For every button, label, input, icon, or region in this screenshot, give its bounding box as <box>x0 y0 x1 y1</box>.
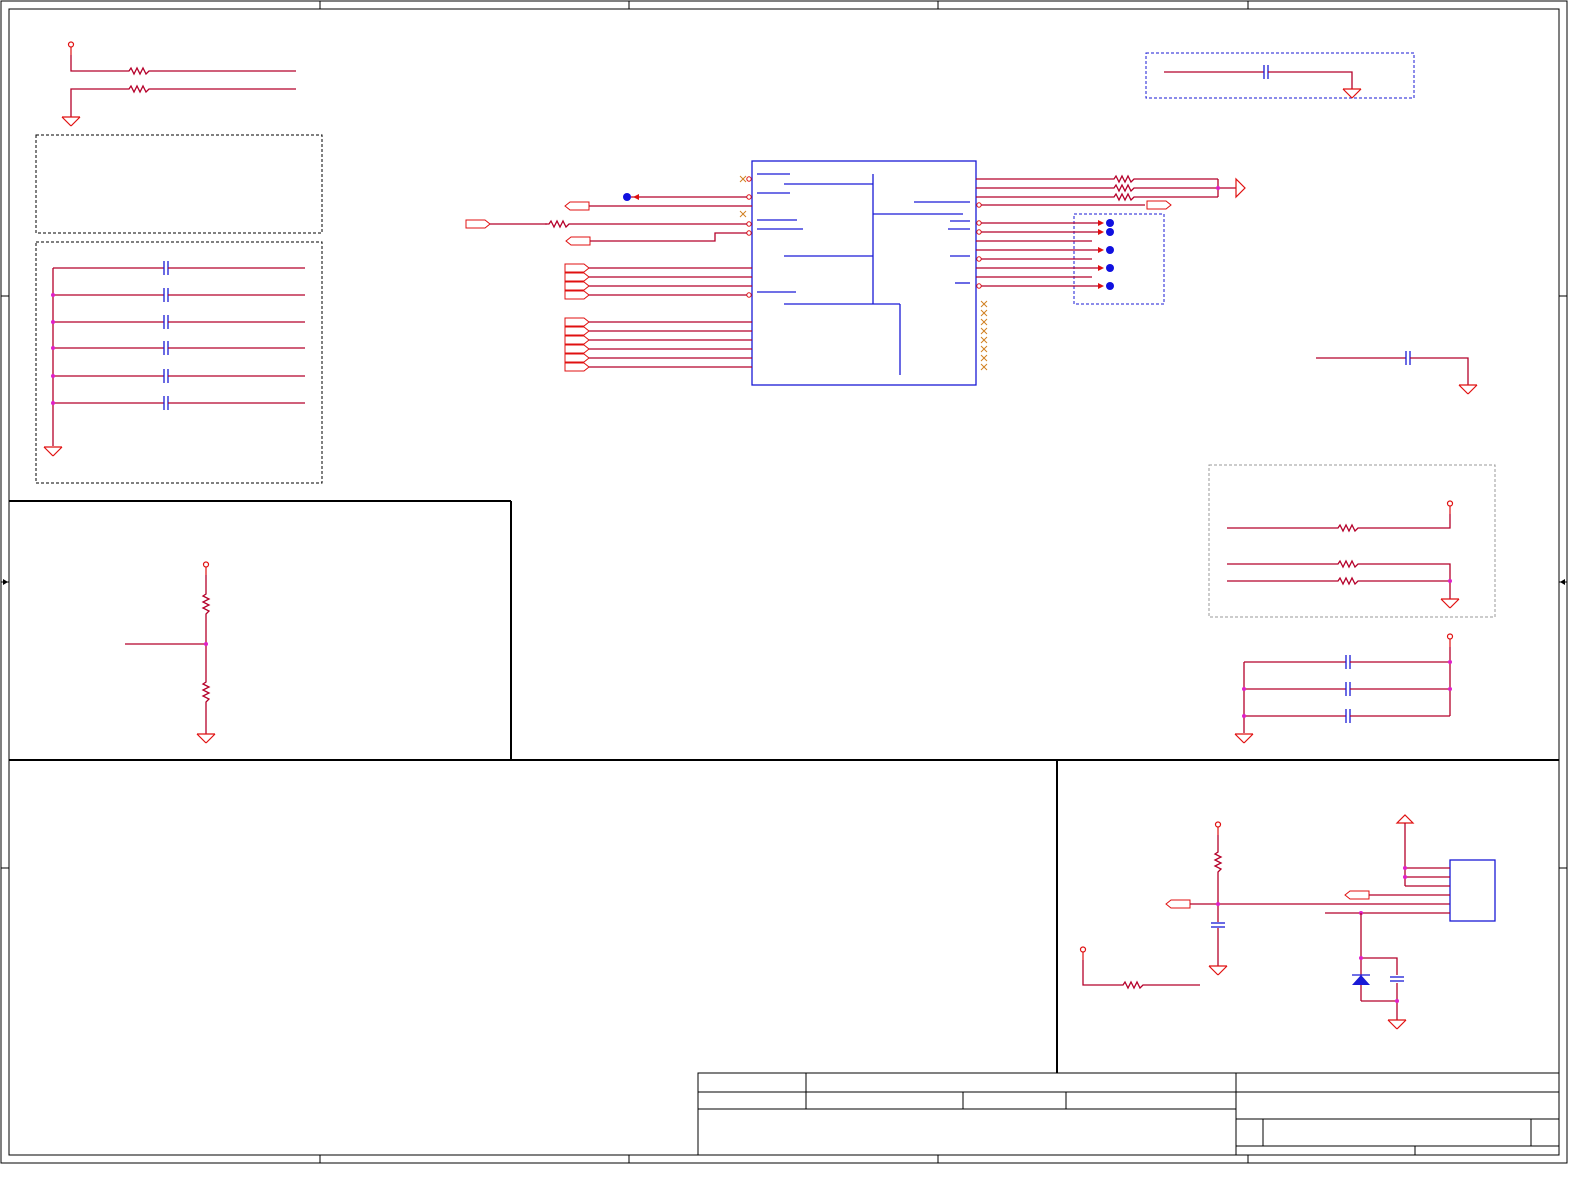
test-point-icon <box>1106 282 1114 290</box>
capacitor-icon <box>163 368 169 384</box>
ground-icon <box>1342 88 1362 99</box>
power-circle-icon <box>202 561 210 576</box>
ground-icon <box>1387 1019 1407 1030</box>
resistor-icon <box>1333 560 1363 568</box>
resistor-icon <box>1333 577 1363 585</box>
series-resistor-pair <box>61 41 296 127</box>
resistor-icon <box>544 220 574 228</box>
ground-icon <box>196 733 216 744</box>
no-connect-icon <box>739 210 747 218</box>
nc-pin-column <box>980 300 988 371</box>
offpage-connector-icon <box>1344 890 1370 900</box>
ic-right-nets <box>976 175 1246 305</box>
power-circle-icon <box>1446 633 1454 648</box>
resistor-icon <box>1214 847 1222 877</box>
capacitor-icon <box>163 287 169 303</box>
test-point-icon <box>1106 264 1114 272</box>
resistor-icon <box>1109 193 1139 201</box>
ground-icon <box>1234 733 1254 744</box>
ground-icon <box>1440 598 1460 609</box>
ground-icon <box>43 446 63 457</box>
offpage-connector-icon <box>565 236 591 246</box>
test-point-icon <box>623 193 631 201</box>
cap-ladder <box>1234 633 1454 744</box>
resistor-icon <box>1118 981 1148 989</box>
power-circle-icon <box>1079 946 1087 961</box>
ic-left-nets <box>465 193 752 372</box>
resistor-icon <box>124 67 154 75</box>
strap-resistor-box <box>1208 464 1496 618</box>
capacitor-icon <box>163 340 169 356</box>
section-dividers <box>9 500 1559 1073</box>
bypass-cap-right <box>1316 350 1478 395</box>
resistor-icon <box>124 85 154 93</box>
title-block <box>697 1072 1560 1156</box>
bypass-cap-top-right <box>1145 52 1415 99</box>
resistor-icon <box>202 589 210 619</box>
resistor-icon <box>1109 175 1139 183</box>
sheet-border <box>0 0 1568 1164</box>
ground-icon <box>1208 965 1228 976</box>
capacitor-icon <box>1345 681 1351 697</box>
power-arrow-icon <box>1395 814 1415 824</box>
empty-note-box <box>35 134 323 234</box>
test-point-icon <box>1106 228 1114 236</box>
main-ic <box>739 160 988 386</box>
no-connect-icon <box>739 175 747 183</box>
offpage-connector-icon <box>465 219 491 229</box>
resistor-icon <box>1333 524 1363 532</box>
resistor-icon <box>202 677 210 707</box>
power-circle-icon <box>1214 821 1222 836</box>
capacitor-icon <box>1263 64 1269 80</box>
capacitor-icon <box>163 314 169 330</box>
power-circle-icon <box>1446 500 1454 515</box>
schematic-sheet <box>0 0 1568 1164</box>
capacitor-icon <box>163 260 169 276</box>
offpage-connector-icon <box>1146 200 1172 210</box>
test-point-icon <box>1106 219 1114 227</box>
capacitor-icon <box>163 395 169 411</box>
voltage-divider <box>125 561 216 744</box>
reset-connector-circuit <box>1079 814 1496 1030</box>
ground-icon <box>1458 384 1478 395</box>
offpage-connector-icon <box>1165 899 1191 909</box>
decoupling-cap-bank <box>35 241 323 484</box>
ground-icon <box>61 116 81 127</box>
diode-icon <box>1352 975 1370 985</box>
power-circle-icon <box>67 41 75 56</box>
ground-icon <box>1235 177 1246 199</box>
offpage-connector-icon <box>564 201 590 211</box>
capacitor-icon <box>1345 708 1351 724</box>
capacitor-icon <box>1210 922 1226 928</box>
capacitor-icon <box>1389 976 1405 982</box>
test-point-icon <box>1106 246 1114 254</box>
capacitor-icon <box>1405 350 1411 366</box>
header-connector <box>1449 859 1496 922</box>
resistor-icon <box>1109 184 1139 192</box>
capacitor-icon <box>1345 654 1351 670</box>
